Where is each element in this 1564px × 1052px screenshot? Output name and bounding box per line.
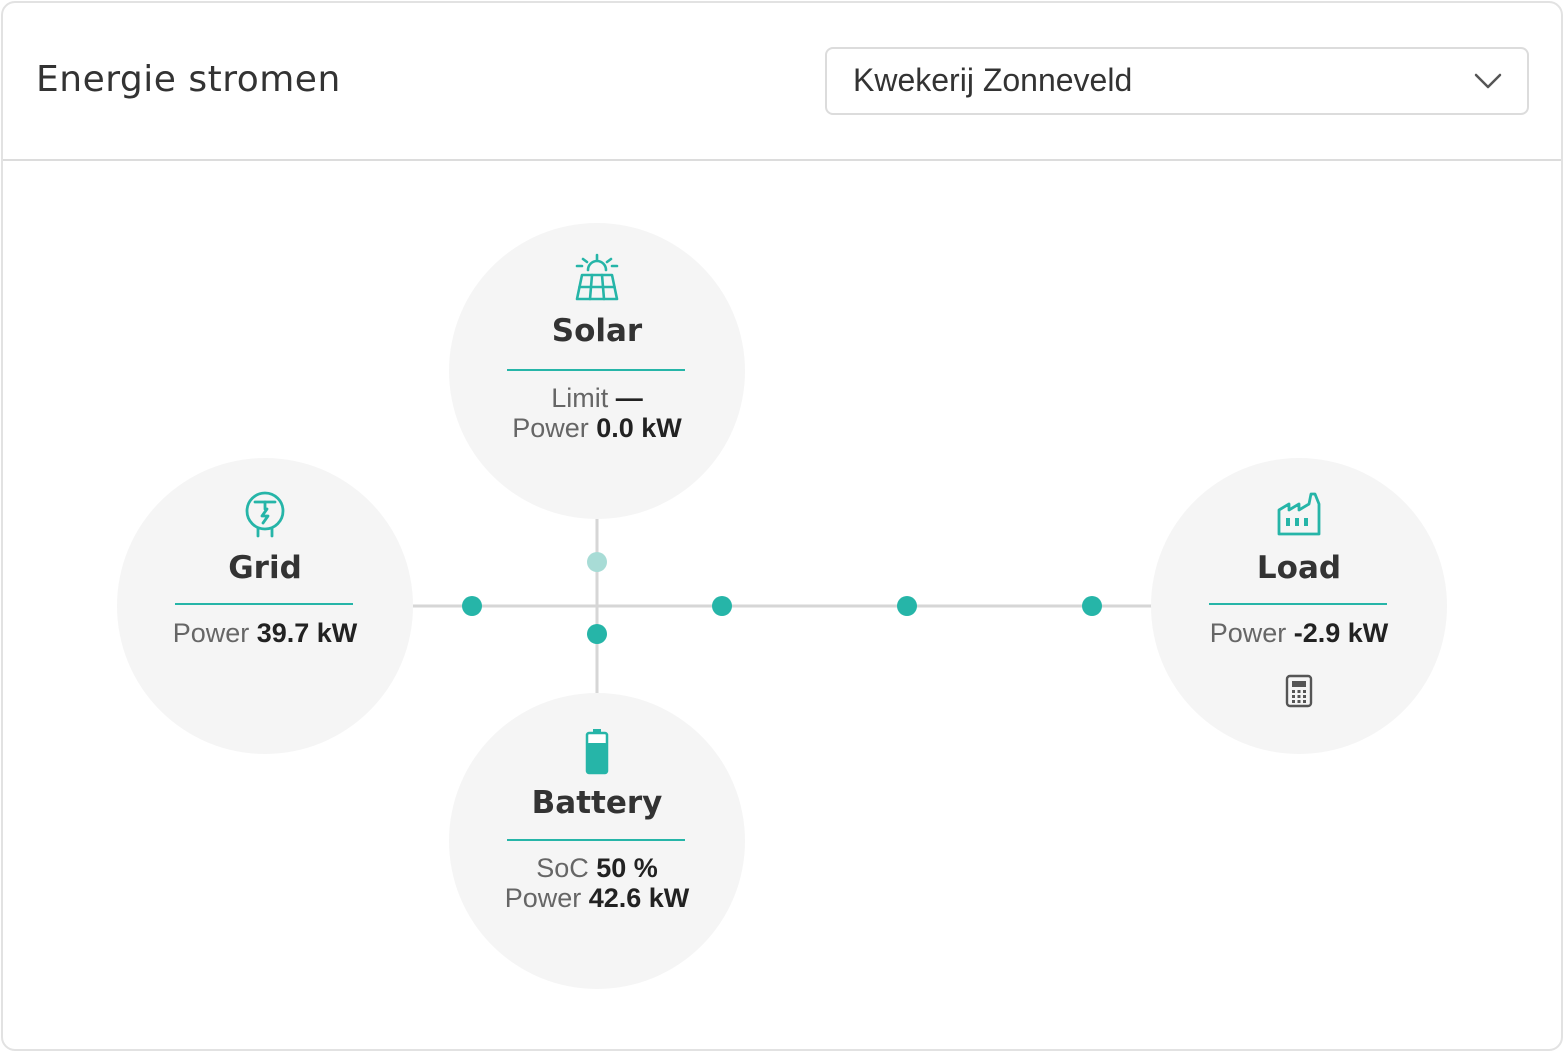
solar-power-value: 0.0 kW <box>596 413 682 443</box>
grid-power: Power 39.7 kW <box>117 618 413 649</box>
site-select-value: Kwekerij Zonneveld <box>853 62 1133 98</box>
solar-limit: Limit — <box>449 383 745 414</box>
load-label: Load <box>1256 550 1342 586</box>
site-select[interactable]: Kwekerij Zonneveld <box>825 47 1529 115</box>
energy-flow-card: Energie stromen Kwekerij Zonneveld Solar… <box>1 1 1563 1051</box>
solar-power-label: Power <box>512 413 589 443</box>
flow-diagram: Solar Limit — Power 0.0 kW Grid Power 39… <box>3 161 1561 1049</box>
solar-divider <box>507 369 685 371</box>
grid-label: Grid <box>228 550 302 586</box>
battery-node: Battery SoC 50 % Power 42.6 kW <box>449 693 745 989</box>
flow-dot <box>712 596 732 616</box>
solar-label: Solar <box>551 313 643 349</box>
calculator-icon[interactable] <box>1285 674 1313 708</box>
page-title: Energie stromen <box>36 59 341 100</box>
flow-dot <box>587 624 607 644</box>
battery-divider <box>507 839 685 841</box>
solar-node: Solar Limit — Power 0.0 kW <box>449 223 745 519</box>
battery-label: Battery <box>531 785 663 821</box>
solar-limit-label: Limit <box>551 383 609 413</box>
flow-dot <box>462 596 482 616</box>
battery-icon <box>585 729 609 775</box>
load-power: Power -2.9 kW <box>1151 618 1447 649</box>
chevron-down-icon <box>1474 73 1502 89</box>
battery-power-label: Power <box>504 883 582 913</box>
load-power-label: Power <box>1209 618 1287 648</box>
card-header: Energie stromen Kwekerij Zonneveld <box>3 3 1561 161</box>
solar-power: Power 0.0 kW <box>449 413 745 444</box>
flow-dot <box>587 552 607 572</box>
solar-panel-icon <box>575 253 619 301</box>
battery-power-value: 42.6 kW <box>588 883 690 913</box>
solar-limit-value: — <box>615 383 643 413</box>
grid-divider <box>175 603 353 605</box>
battery-power: Power 42.6 kW <box>449 883 745 914</box>
flow-dot <box>897 596 917 616</box>
battery-soc-label: SoC <box>536 853 589 883</box>
grid-node: Grid Power 39.7 kW <box>117 458 413 754</box>
flow-dot <box>1082 596 1102 616</box>
grid-meter-icon <box>245 491 285 538</box>
battery-soc: SoC 50 % <box>449 853 745 884</box>
grid-power-value: 39.7 kW <box>256 618 358 648</box>
load-divider <box>1209 603 1387 605</box>
battery-soc-value: 50 % <box>596 853 658 883</box>
grid-power-label: Power <box>172 618 250 648</box>
factory-icon <box>1277 492 1321 536</box>
load-power-value: -2.9 kW <box>1293 618 1389 648</box>
load-node: Load Power -2.9 kW <box>1151 458 1447 754</box>
